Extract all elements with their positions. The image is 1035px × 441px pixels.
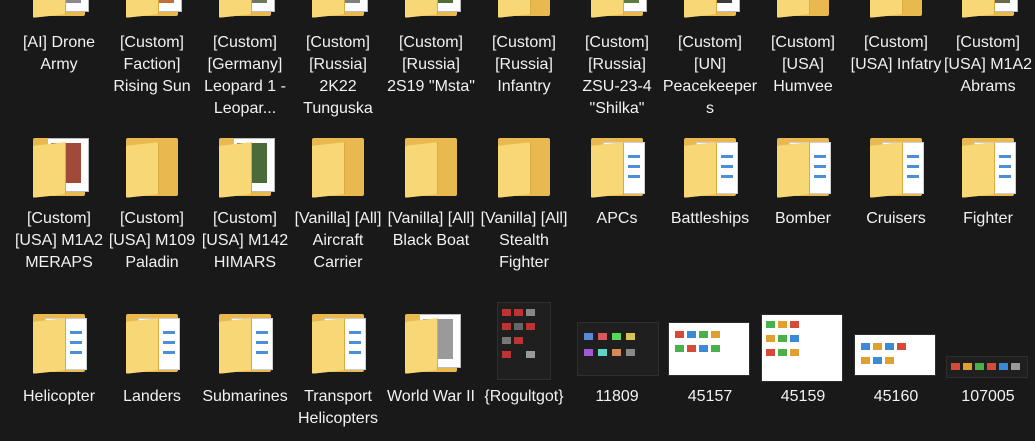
folder-thumb-icon: [209, 130, 281, 202]
folder-papers-icon: [674, 130, 746, 202]
item-label: [AI] Drone Army: [22, 34, 96, 73]
image-file-icon: [497, 302, 551, 380]
image-file-icon: [761, 314, 843, 382]
folder-papers-icon: [116, 306, 188, 378]
folder-icon: [116, 130, 188, 202]
item-label: Helicopter: [22, 388, 96, 405]
item-label: 107005: [961, 388, 1015, 405]
folder-icon: [767, 0, 839, 22]
item-label: [Custom] [Russia] Infantry: [491, 34, 556, 95]
item-label: 45159: [780, 388, 826, 405]
item-label: [Custom] [USA] M109 Paladin: [108, 210, 196, 271]
folder-thumb-icon: [581, 0, 653, 22]
item-label: [Custom] Faction] Rising Sun: [113, 34, 191, 95]
image-file-icon: [577, 322, 659, 376]
item-label: {Rogultgot}: [484, 388, 564, 405]
item-label: [Vanilla] [All] Black Boat: [387, 210, 475, 249]
folder-icon: [488, 130, 560, 202]
folder-icon: [860, 0, 932, 22]
folder-icon: [488, 0, 560, 22]
folder-papers-icon: [952, 130, 1024, 202]
folder-thumb-icon: [116, 0, 188, 22]
folder-thumb-icon: [23, 0, 95, 22]
item-label: World War II: [386, 388, 475, 405]
folder-thumb-icon: [395, 0, 467, 22]
folder-thumb-icon: [302, 0, 374, 22]
item-label: [Custom] [USA] M1A2 MERAPS: [14, 210, 104, 271]
item-label: 45157: [687, 388, 733, 405]
item-label: Battleships: [670, 210, 750, 227]
item-label: [Custom] [USA] Infatry: [850, 34, 942, 73]
folder-papers-icon: [581, 130, 653, 202]
item-label: Bomber: [774, 210, 832, 227]
item-label: [Custom] [USA] Humvee: [770, 34, 835, 95]
image-file-icon: [668, 322, 750, 376]
folder-icon: [395, 130, 467, 202]
image-file-icon: [946, 356, 1028, 378]
image-file-icon: [854, 334, 936, 376]
folder-papers-icon: [767, 130, 839, 202]
item-label: [Vanilla] [All] Aircraft Carrier: [294, 210, 382, 271]
item-label: Fighter: [963, 210, 1013, 227]
folder-thumb-icon: [23, 130, 95, 202]
item-label: [Custom] [Russia] ZSU-23-4 "Shilka": [582, 34, 652, 117]
folder-thumb-icon: [209, 0, 281, 22]
folder-papers-icon: [302, 306, 374, 378]
folder-thumb-icon: [395, 306, 467, 378]
item-label: [Custom] [UN] Peacekeepers: [662, 34, 758, 117]
item-label: 45160: [873, 388, 919, 405]
folder-thumb-icon: [952, 0, 1024, 22]
item-label: Transport Helicopters: [297, 388, 379, 427]
item-label: Cruisers: [866, 210, 926, 227]
item-label: [Vanilla] [All] Stealth Fighter: [480, 210, 568, 271]
item-label: Submarines: [202, 388, 288, 405]
item-label: Landers: [123, 388, 181, 405]
item-label: [Custom] [USA] M142 HIMARS: [201, 210, 289, 271]
folder-icon: [302, 130, 374, 202]
folder-papers-icon: [860, 130, 932, 202]
folder-papers-icon: [209, 306, 281, 378]
item-label: [Custom] [Germany] Leopard 1 - Leopar...: [204, 34, 286, 117]
item-label: [Custom] [USA] M1A2 Abrams: [943, 34, 1033, 95]
item-label: [Custom] [Russia] 2K22 Tunguska: [303, 34, 373, 117]
folder-papers-icon: [23, 306, 95, 378]
item-label: 11809: [595, 388, 639, 405]
item-label: [Custom] [Russia] 2S19 "Msta": [387, 34, 475, 95]
folder-thumb-icon: [674, 0, 746, 22]
item-label: APCs: [596, 210, 638, 227]
